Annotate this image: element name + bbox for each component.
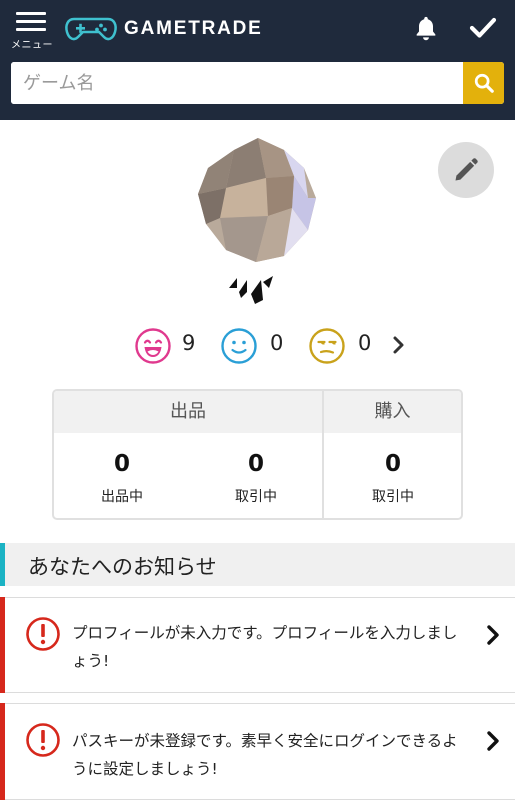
edit-profile-button[interactable]	[438, 142, 494, 198]
neutral-count: 0	[270, 331, 284, 355]
search-input[interactable]	[11, 62, 463, 104]
neutral-face-icon	[221, 328, 257, 364]
notice-accent-bar	[0, 597, 5, 693]
listing-active-count: 0	[113, 451, 130, 477]
unhappy-count: 0	[358, 331, 372, 355]
todo-button[interactable]	[468, 14, 498, 42]
notice-text: プロフィールが未入力です。プロフィールを入力しまし ょう!	[72, 619, 480, 675]
notice-item-passkey[interactable]: パスキーが未登録です。素早く安全にログインできるよ うに設定しましょう!	[0, 703, 515, 800]
listing-trading-label: 取引中	[235, 489, 277, 505]
bell-icon	[416, 16, 436, 41]
search-button[interactable]	[463, 62, 504, 104]
chevron-right-icon	[393, 336, 404, 354]
search-icon	[474, 73, 494, 93]
trade-stats-table: 出品 購入 0 出品中 0 取引中 0 取引中	[52, 389, 463, 520]
unhappy-face-icon	[309, 328, 345, 364]
purchase-trading-count: 0	[384, 451, 401, 477]
menu-label: メニュー	[11, 40, 53, 51]
notifications-button[interactable]	[412, 14, 440, 42]
search-bar	[11, 62, 504, 104]
notice-accent-bar	[0, 703, 5, 800]
section-accent-bar	[0, 543, 5, 586]
notice-text: パスキーが未登録です。素早く安全にログインできるよ うに設定しましょう!	[72, 727, 480, 783]
stats-header-row: 出品 購入	[54, 391, 461, 433]
logo-text: GAMETRADE	[124, 18, 263, 39]
gamepad-icon	[65, 17, 117, 41]
avatar	[196, 138, 320, 262]
chevron-right-icon	[487, 731, 499, 751]
stats-divider	[322, 391, 324, 518]
happy-count: 9	[182, 331, 196, 355]
notices-title: あなたへのお知らせ	[28, 555, 217, 579]
listing-active-label: 出品中	[101, 489, 143, 505]
alert-circle-icon	[26, 617, 60, 651]
notice-text-line: パスキーが未登録です。素早く安全にログインできるよ	[72, 732, 458, 750]
happy-face-icon	[135, 328, 171, 364]
purchase-header: 購入	[374, 401, 411, 422]
ratings-summary[interactable]: 9 0 0	[134, 327, 414, 365]
purchase-trading-label: 取引中	[372, 489, 414, 505]
notices-section-header: あなたへのお知らせ	[0, 543, 515, 586]
notice-text-line: うに設定しましょう!	[72, 760, 218, 778]
listing-header: 出品	[170, 401, 206, 422]
alert-circle-icon	[26, 723, 60, 757]
username-logo	[228, 272, 276, 304]
menu-button[interactable]: メニュー	[10, 12, 54, 51]
chevron-right-icon	[487, 625, 499, 645]
notice-text-line: ょう!	[72, 652, 110, 670]
notice-text-line: プロフィールが未入力です。プロフィールを入力しまし	[72, 624, 458, 642]
logo[interactable]: GAMETRADE	[64, 14, 263, 44]
checkmark-icon	[469, 17, 497, 38]
pencil-icon	[455, 158, 478, 181]
listing-trading-count: 0	[247, 451, 264, 477]
app-header: メニュー GAMETRADE	[0, 0, 515, 120]
notice-item-profile[interactable]: プロフィールが未入力です。プロフィールを入力しまし ょう!	[0, 597, 515, 693]
